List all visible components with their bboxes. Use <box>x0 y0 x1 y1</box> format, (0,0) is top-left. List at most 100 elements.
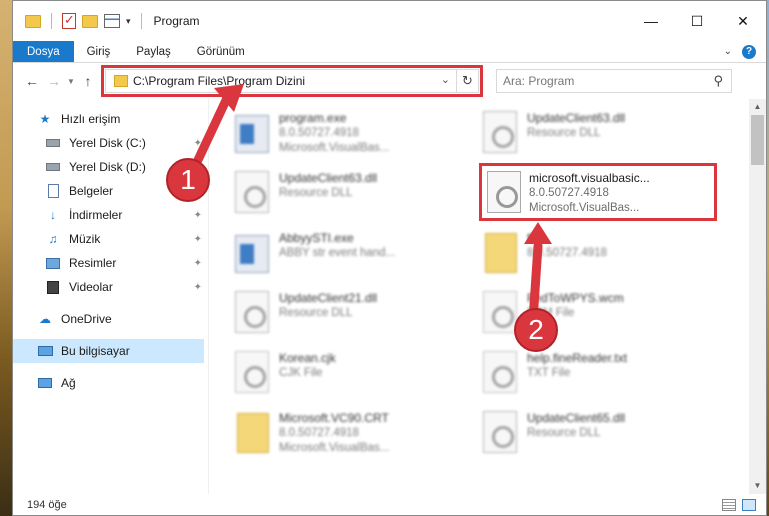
pin-icon[interactable]: ✦ <box>194 258 202 269</box>
tab-home[interactable]: Giriş <box>74 41 124 62</box>
file-name: UpdateClient65.dll <box>527 411 626 425</box>
search-input[interactable]: Ara: Program <box>503 74 574 88</box>
tab-view[interactable]: Görünüm <box>184 41 258 62</box>
file-item[interactable]: UpdateClient21.dll Resource DLL <box>229 285 465 345</box>
pictures-icon <box>45 256 61 270</box>
ribbon-right: ⌄ ? <box>724 41 766 62</box>
file-item[interactable]: FedToWPYS.wcm PCM File <box>477 285 713 345</box>
view-switcher <box>722 498 766 511</box>
forward-arrow-icon[interactable]: → <box>43 73 65 89</box>
file-name: FedToWPYS.wcm <box>527 291 624 305</box>
file-item[interactable]: fil 8.0.50727.4918 <box>477 225 713 285</box>
minimize-button[interactable]: — <box>628 1 674 41</box>
exe-file-icon <box>233 111 271 159</box>
file-detail: Microsoft.VisualBas... <box>529 202 640 214</box>
sidebar-item-onedrive[interactable]: ☁ OneDrive <box>13 307 208 331</box>
documents-icon <box>45 184 61 198</box>
properties-check-icon[interactable] <box>62 12 76 29</box>
file-item[interactable]: program.exe 8.0.50727.4918 Microsoft.Vis… <box>229 105 465 165</box>
separator <box>51 13 52 29</box>
file-item[interactable]: UpdateClient65.dll Resource DLL <box>477 405 713 465</box>
sidebar-item-pictures[interactable]: Resimler ✦ <box>13 251 208 275</box>
folder-icon <box>25 14 41 28</box>
file-item[interactable]: Korean.cjk CJK File <box>229 345 465 405</box>
back-arrow-icon[interactable]: ← <box>21 73 43 89</box>
cloud-icon: ☁ <box>39 312 51 326</box>
item-count: 194 öğe <box>27 498 67 511</box>
drive-icon <box>45 136 61 150</box>
exe-file-icon <box>233 231 271 279</box>
file-name: program.exe <box>279 111 347 125</box>
star-icon: ★ <box>39 112 51 126</box>
pin-icon[interactable]: ✦ <box>194 210 202 221</box>
search-box[interactable]: Ara: Program ⚲ <box>496 69 732 93</box>
expand-ribbon-chevron-icon[interactable]: ⌄ <box>724 46 732 57</box>
explorer-body: ★ Hızlı erişim Yerel Disk (C:) ✦ Yerel D… <box>13 99 766 494</box>
help-icon[interactable]: ? <box>742 44 756 59</box>
customize-toolbar-dropdown-icon[interactable]: ▾ <box>126 16 131 27</box>
navigation-bar: ← → ▼ ↑ C:\Program Files\Program Dizini … <box>13 63 766 99</box>
scroll-down-icon[interactable]: ▼ <box>749 478 766 494</box>
navigation-pane: ★ Hızlı erişim Yerel Disk (C:) ✦ Yerel D… <box>13 99 209 494</box>
window-title: Program <box>153 14 200 28</box>
file-detail: TXT File <box>527 367 571 379</box>
file-detail: Resource DLL <box>527 427 601 439</box>
address-bar[interactable]: C:\Program Files\Program Dizini ⌄ ↻ <box>101 65 483 97</box>
sidebar-item-videos[interactable]: Videolar ✦ <box>13 275 208 299</box>
sidebar-item-downloads[interactable]: ↓ İndirmeler ✦ <box>13 203 208 227</box>
file-item[interactable]: UpdateClient63.dll Resource DLL <box>477 105 713 165</box>
file-item[interactable]: AbbyySTI.exe ABBY str event hand... <box>229 225 465 285</box>
recent-locations-dropdown-icon[interactable]: ▼ <box>65 77 77 86</box>
text-file-icon <box>481 351 519 399</box>
file-item[interactable]: help.fineReader.txt TXT File <box>477 345 713 405</box>
pin-icon[interactable]: ✦ <box>194 234 202 245</box>
properties-icon[interactable] <box>104 14 120 28</box>
pin-icon[interactable]: ✦ <box>194 282 202 293</box>
tab-file[interactable]: Dosya <box>13 41 74 62</box>
sidebar-item-label: Bu bilgisayar <box>61 344 130 358</box>
file-item[interactable]: UpdateClient63.dll Resource DLL <box>229 165 465 225</box>
sidebar-item-label: Belgeler <box>69 184 114 198</box>
file-name: UpdateClient63.dll <box>279 171 378 185</box>
sidebar-item-this-pc[interactable]: Bu bilgisayar <box>13 339 204 363</box>
sidebar-item-quick-access[interactable]: ★ Hızlı erişim <box>13 107 208 131</box>
sidebar-item-disk-c[interactable]: Yerel Disk (C:) ✦ <box>13 131 208 155</box>
file-detail: ABBY str event hand... <box>279 247 396 259</box>
step-badge-2: 2 <box>514 308 558 352</box>
sidebar-item-label: Resimler <box>69 256 117 270</box>
sidebar-item-label: Hızlı erişim <box>61 112 121 126</box>
up-arrow-icon[interactable]: ↑ <box>77 73 99 89</box>
pin-icon[interactable]: ✦ <box>194 138 202 149</box>
sidebar-item-label: OneDrive <box>61 312 112 326</box>
quick-access-toolbar: ▾ Program <box>13 12 200 29</box>
details-view-icon[interactable] <box>722 498 736 511</box>
scrollbar-thumb[interactable] <box>751 115 764 165</box>
drive-icon <box>45 160 61 174</box>
file-detail: 8.0.50727.4918 <box>529 187 609 199</box>
file-name: UpdateClient21.dll <box>279 291 378 305</box>
file-name: UpdateClient63.dll <box>527 111 626 125</box>
new-folder-icon[interactable] <box>82 14 98 28</box>
vertical-scrollbar[interactable]: ▲ ▼ <box>749 99 766 494</box>
dll-file-icon <box>233 291 271 339</box>
search-icon[interactable]: ⚲ <box>713 73 723 89</box>
dll-gear-file-icon <box>483 171 521 219</box>
tab-share[interactable]: Paylaş <box>123 41 184 62</box>
dll-file-icon <box>233 171 271 219</box>
folder-icon <box>481 231 519 279</box>
sidebar-item-music[interactable]: ♫ Müzik ✦ <box>13 227 208 251</box>
file-name: Microsoft.VC90.CRT <box>279 411 389 425</box>
file-detail: Resource DLL <box>527 127 601 139</box>
maximize-button[interactable]: ☐ <box>674 1 720 41</box>
file-item[interactable]: Microsoft.VC90.CRT 8.0.50727.4918 Micros… <box>229 405 465 465</box>
scroll-up-icon[interactable]: ▲ <box>749 99 766 115</box>
tiles-view-icon[interactable] <box>742 498 756 511</box>
file-detail: Microsoft.VisualBas... <box>279 142 390 154</box>
status-bar: 194 öğe <box>13 494 766 515</box>
file-detail: CJK File <box>279 367 323 379</box>
sidebar-item-network[interactable]: Ağ <box>13 371 208 395</box>
file-detail: 8.0.50727.4918 <box>279 127 359 139</box>
file-item-microsoft-visualbasic[interactable]: microsoft.visualbasic... 8.0.50727.4918 … <box>479 165 715 225</box>
close-button[interactable]: ✕ <box>720 1 766 41</box>
